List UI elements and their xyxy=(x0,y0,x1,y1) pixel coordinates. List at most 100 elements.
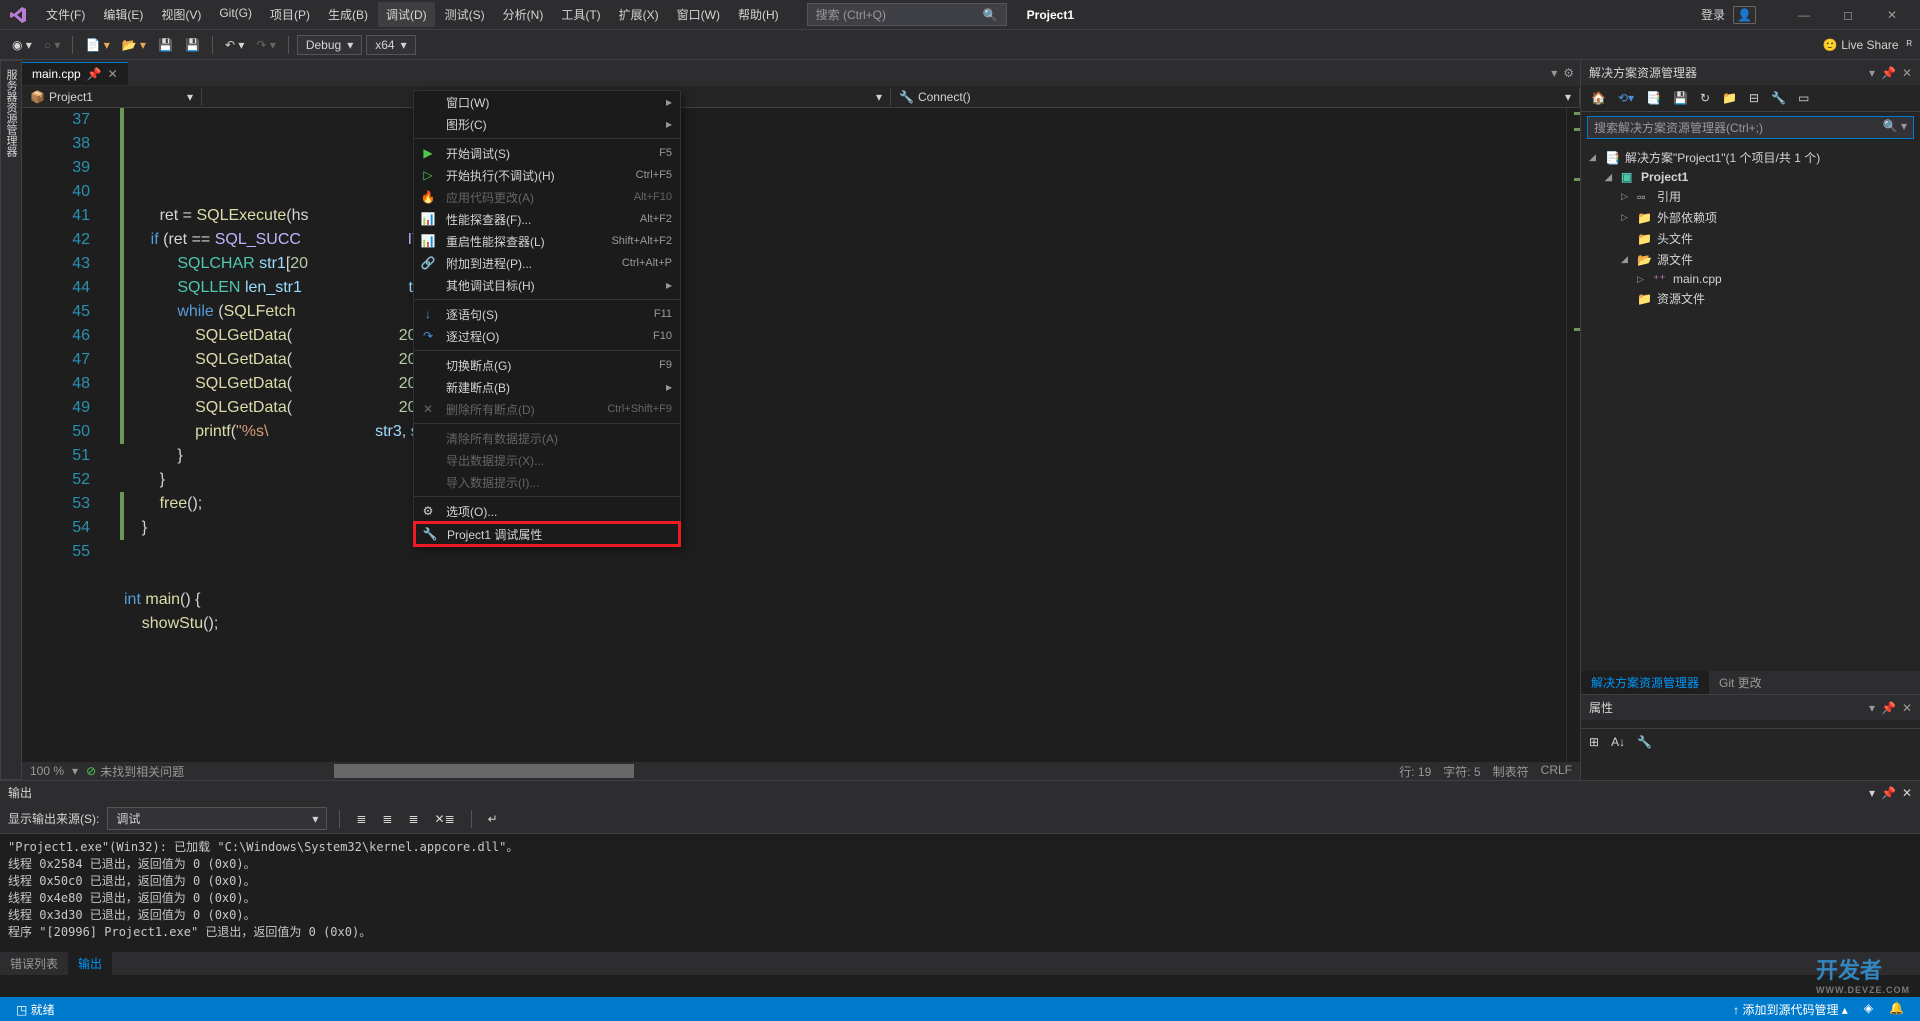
minimap[interactable] xyxy=(1566,108,1580,762)
menu-item[interactable]: ↓逐语句(S)F11 xyxy=(414,303,680,325)
notification-icon[interactable]: 🔔 xyxy=(1881,1001,1912,1018)
menu-item[interactable]: 图形(C)▸ xyxy=(414,113,680,135)
feedback-icon[interactable]: ᴿ xyxy=(1907,38,1912,52)
menu-item[interactable]: 🔗附加到进程(P)...Ctrl+Alt+P xyxy=(414,252,680,274)
menu-build[interactable]: 生成(B) xyxy=(320,2,376,27)
live-share-button[interactable]: 🙂 Live Share xyxy=(1823,38,1899,52)
menu-debug[interactable]: 调试(D) xyxy=(378,2,435,27)
home-icon[interactable]: 🏠 xyxy=(1587,89,1610,107)
menu-item[interactable]: 其他调试目标(H)▸ xyxy=(414,274,680,296)
close-panel-icon[interactable]: ✕ xyxy=(1902,786,1912,800)
nav-project-combo[interactable]: 📦 Project1▾ xyxy=(22,88,202,106)
menu-extensions[interactable]: 扩展(X) xyxy=(611,2,667,27)
resources-node[interactable]: 📁资源文件 xyxy=(1581,288,1920,309)
server-explorer-tab[interactable]: 服务器资源管理器 xyxy=(0,60,22,780)
platform-combo[interactable]: x64 ▾ xyxy=(366,35,415,55)
menu-item[interactable]: ▷开始执行(不调试)(H)Ctrl+F5 xyxy=(414,164,680,186)
nav-member-combo[interactable]: 🔧 Connect()▾ xyxy=(891,88,1580,106)
project-node[interactable]: ◢▣Project1 xyxy=(1581,168,1920,186)
undo-button[interactable]: ↶ ▾ xyxy=(221,36,248,54)
pin-icon[interactable]: 📌 xyxy=(1881,66,1896,80)
redo-button[interactable]: ↷ ▾ xyxy=(252,36,279,54)
goto-icon[interactable]: ≣ xyxy=(352,810,370,828)
menu-analyze[interactable]: 分析(N) xyxy=(495,2,552,27)
headers-node[interactable]: 📁头文件 xyxy=(1581,228,1920,249)
sync-icon[interactable]: ⟲▾ xyxy=(1614,89,1638,107)
panel-dropdown-icon[interactable]: ▾ xyxy=(1869,786,1875,800)
refresh-icon[interactable]: ↻ xyxy=(1696,89,1714,107)
login-button[interactable]: 登录 xyxy=(1701,6,1725,23)
indent-mode[interactable]: 制表符 xyxy=(1493,763,1529,780)
menu-help[interactable]: 帮助(H) xyxy=(730,2,787,27)
panel-dropdown-icon[interactable]: ▾ xyxy=(1869,701,1875,715)
close-tab-icon[interactable]: ✕ xyxy=(108,67,118,81)
file-tab-main[interactable]: main.cpp 📌 ✕ xyxy=(22,62,128,85)
eol-mode[interactable]: CRLF xyxy=(1541,763,1572,780)
collapse-icon[interactable]: ⊟ xyxy=(1745,89,1763,107)
menu-tools[interactable]: 工具(T) xyxy=(553,2,608,27)
git-changes-tab[interactable]: Git 更改 xyxy=(1709,671,1772,694)
references-node[interactable]: ▷▫▫引用 xyxy=(1581,186,1920,207)
solution-node[interactable]: ◢📑解决方案"Project1"(1 个项目/共 1 个) xyxy=(1581,147,1920,168)
output-tab[interactable]: 输出 xyxy=(68,952,112,975)
close-panel-icon[interactable]: ✕ xyxy=(1902,66,1912,80)
repo-icon[interactable]: ◈ xyxy=(1856,1001,1881,1018)
menu-item[interactable]: ▶开始调试(S)F5 xyxy=(414,142,680,164)
zoom-level[interactable]: 100 % xyxy=(22,764,72,778)
menu-item[interactable]: 📊重启性能探查器(L)Shift+Alt+F2 xyxy=(414,230,680,252)
save-button[interactable]: 💾 xyxy=(154,36,177,54)
properties-icon[interactable]: 🔧 xyxy=(1767,89,1790,107)
new-project-button[interactable]: 📄 ▾ xyxy=(81,36,113,54)
panel-dropdown-icon[interactable]: ▾ xyxy=(1869,66,1875,80)
menu-edit[interactable]: 编辑(E) xyxy=(95,2,151,27)
pin-icon[interactable]: 📌 xyxy=(1881,701,1896,715)
menu-item[interactable]: 📊性能探查器(F)...Alt+F2 xyxy=(414,208,680,230)
dropdown-icon[interactable]: ▾ xyxy=(1551,66,1557,80)
menu-item[interactable]: 🔧Project1 调试属性 xyxy=(413,521,681,547)
output-source-combo[interactable]: 调试▾ xyxy=(107,807,327,830)
menu-item[interactable]: 窗口(W)▸ xyxy=(414,91,680,113)
gear-icon[interactable]: ⚙ xyxy=(1563,66,1574,80)
wrap-icon[interactable]: ↵ xyxy=(484,810,502,828)
show-all-icon[interactable]: 📁 xyxy=(1718,89,1741,107)
save-icon[interactable]: 💾 xyxy=(1669,89,1692,107)
categorize-icon[interactable]: ⊞ xyxy=(1585,733,1603,751)
outline-margin[interactable] xyxy=(102,108,120,762)
nav-fwd-button[interactable]: ○ ▾ xyxy=(40,36,65,54)
menu-window[interactable]: 窗口(W) xyxy=(669,2,728,27)
main-cpp-node[interactable]: ▷⁺⁺main.cpp xyxy=(1581,270,1920,288)
pin-icon[interactable]: 📌 xyxy=(87,67,102,81)
external-deps-node[interactable]: ▷📁外部依赖项 xyxy=(1581,207,1920,228)
menu-view[interactable]: 视图(V) xyxy=(153,2,209,27)
issues-indicator-icon[interactable]: ⊘ xyxy=(86,764,96,778)
pin-icon[interactable]: 📌 xyxy=(1881,786,1896,800)
clear-icon[interactable]: ✕≣ xyxy=(431,810,459,828)
branch-icon[interactable]: 📑 xyxy=(1642,89,1665,107)
menu-test[interactable]: 测试(S) xyxy=(437,2,493,27)
sources-node[interactable]: ◢📂源文件 xyxy=(1581,249,1920,270)
minimize-button[interactable]: — xyxy=(1784,1,1824,29)
config-combo[interactable]: Debug ▾ xyxy=(297,35,362,55)
solution-tab[interactable]: 解决方案资源管理器 xyxy=(1581,671,1709,694)
solution-search[interactable]: 搜索解决方案资源管理器(Ctrl+;) 🔍 ▾ xyxy=(1587,116,1914,139)
save-all-button[interactable]: 💾 xyxy=(181,36,204,54)
open-button[interactable]: 📂 ▾ xyxy=(118,36,150,54)
menu-item[interactable]: ⚙选项(O)... xyxy=(414,500,680,522)
next-icon[interactable]: ≣ xyxy=(404,810,422,828)
menu-item[interactable]: 切换断点(G)F9 xyxy=(414,354,680,376)
error-list-tab[interactable]: 错误列表 xyxy=(0,952,68,975)
menu-item[interactable]: ↷逐过程(O)F10 xyxy=(414,325,680,347)
user-icon[interactable]: 👤 xyxy=(1733,6,1756,24)
menu-item[interactable]: 新建断点(B)▸ xyxy=(414,376,680,398)
output-body[interactable]: "Project1.exe"(Win32): 已加载 "C:\Windows\S… xyxy=(0,834,1920,952)
menu-project[interactable]: 项目(P) xyxy=(262,2,318,27)
prev-icon[interactable]: ≣ xyxy=(378,810,396,828)
nav-back-button[interactable]: ◉ ▾ xyxy=(8,36,36,54)
search-box[interactable]: 搜索 (Ctrl+Q) 🔍 xyxy=(807,3,1007,26)
maximize-button[interactable]: ◻ xyxy=(1828,1,1868,29)
alpha-icon[interactable]: A↓ xyxy=(1607,733,1629,751)
wrench-icon[interactable]: 🔧 xyxy=(1633,733,1656,751)
code-editor[interactable]: 37383940414243444546474849505152535455 r… xyxy=(22,108,1580,762)
preview-icon[interactable]: ▭ xyxy=(1794,89,1813,107)
menu-git[interactable]: Git(G) xyxy=(211,2,260,27)
